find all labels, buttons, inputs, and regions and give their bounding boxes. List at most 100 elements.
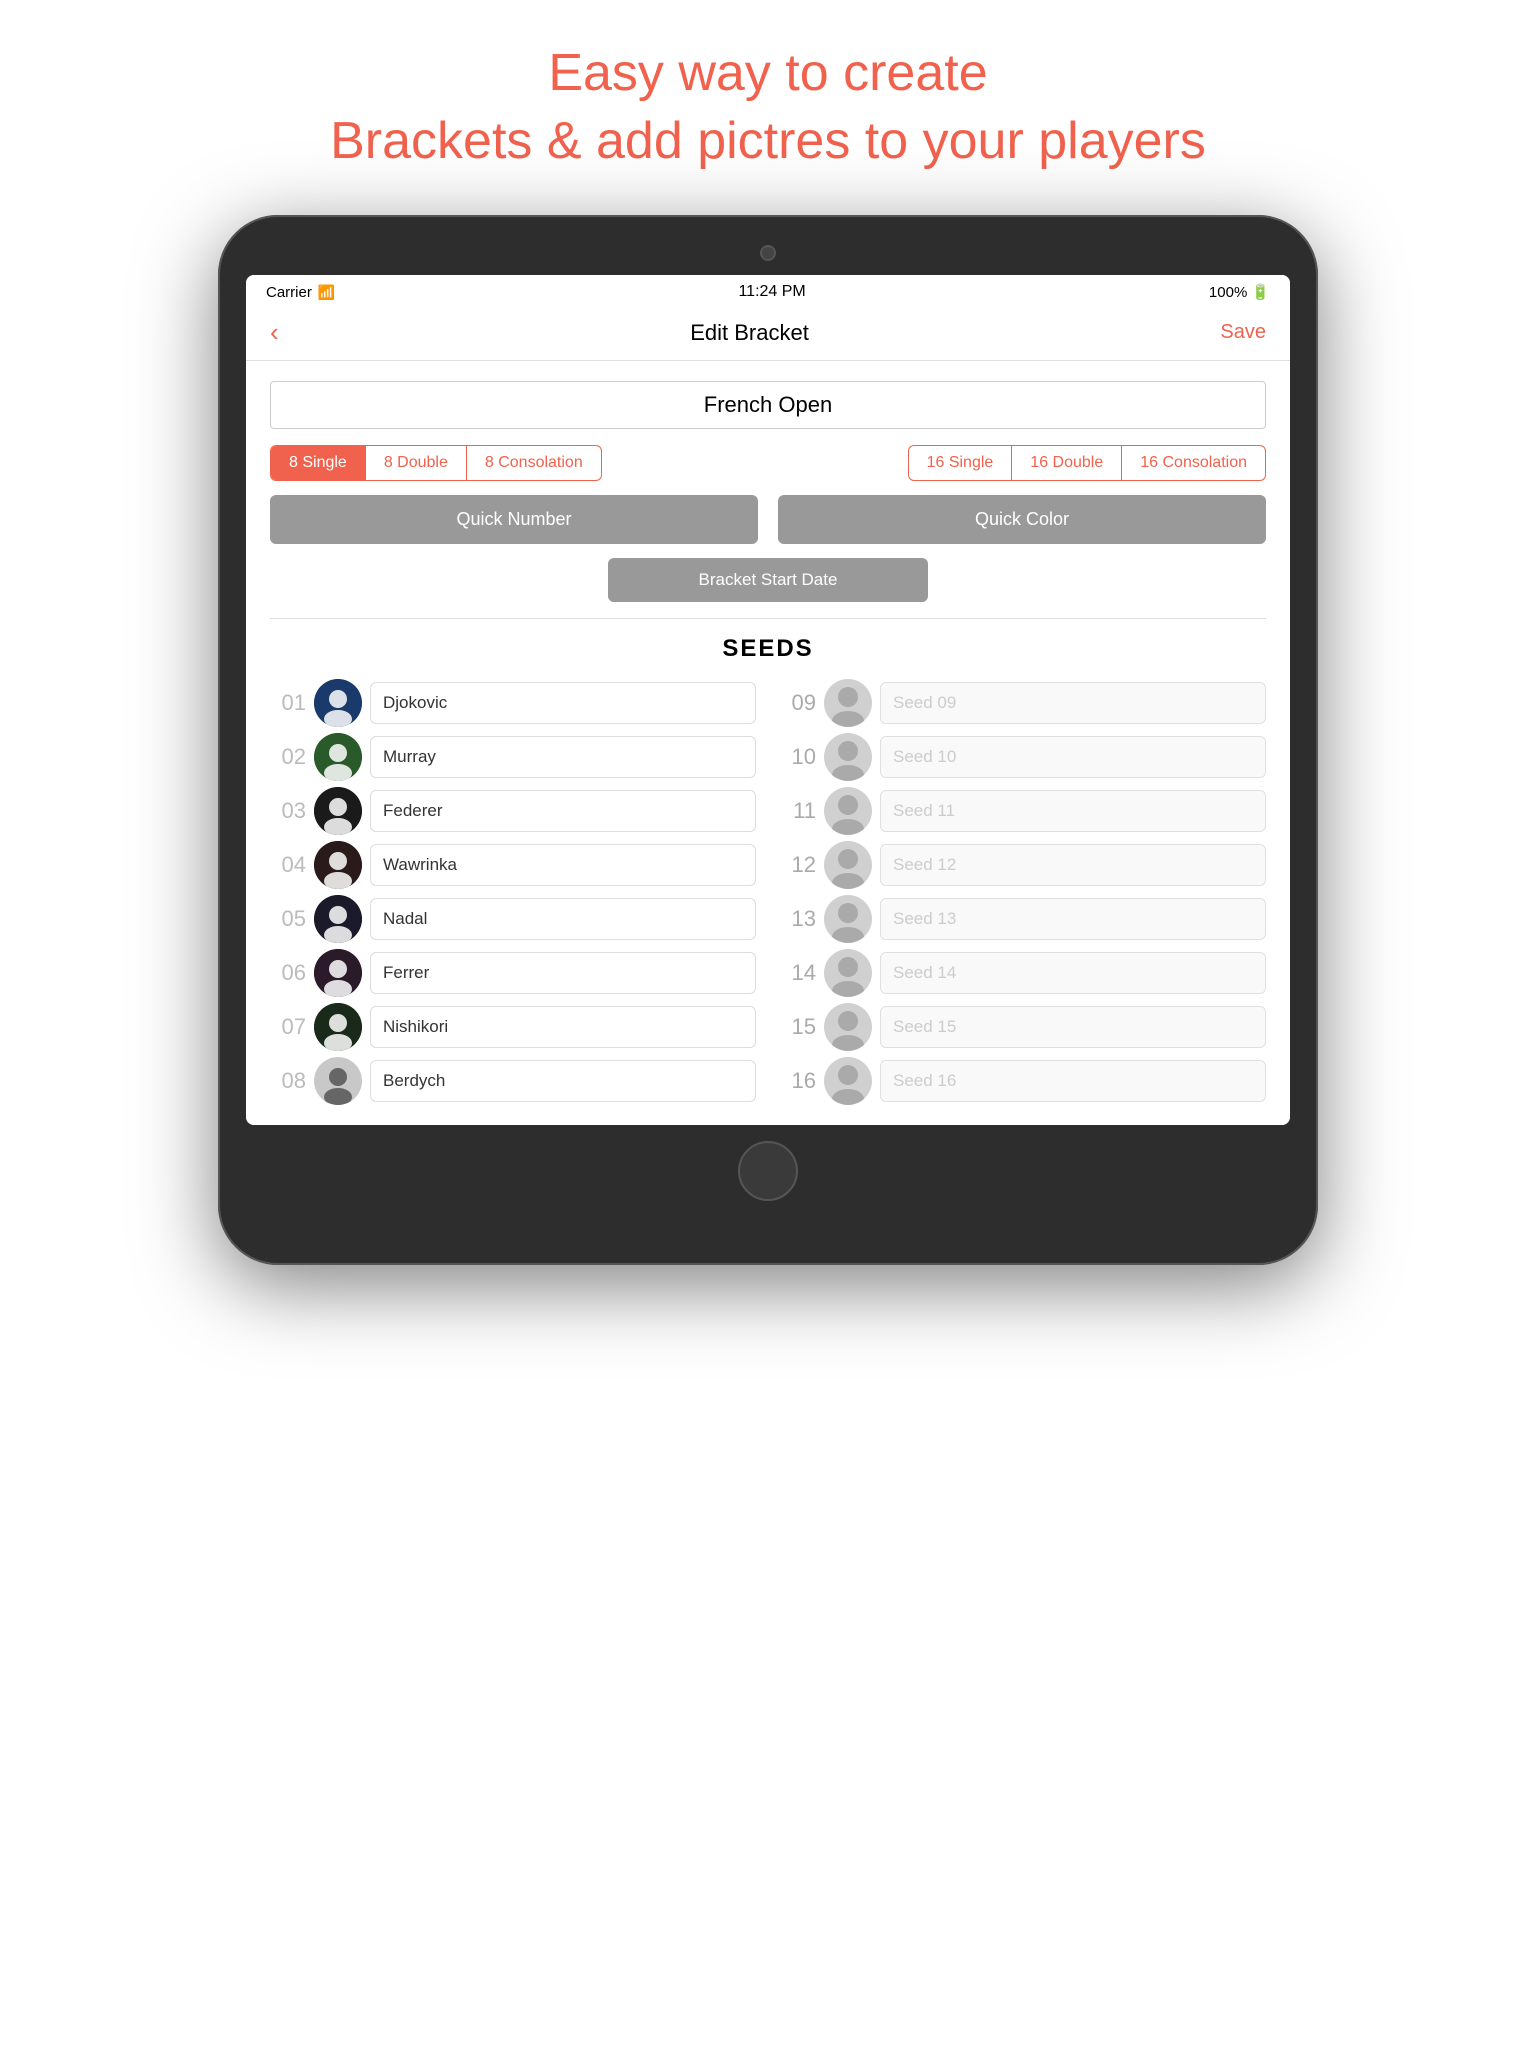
- bracket-group-8: 8 Single 8 Double 8 Consolation: [270, 445, 602, 481]
- seed-row: 10 Seed 10: [780, 733, 1266, 781]
- ipad-bottom: [246, 1125, 1290, 1205]
- quick-action-buttons: Quick Number Quick Color: [270, 495, 1266, 544]
- seed-number: 05: [270, 906, 306, 932]
- seed-row: 06: [270, 949, 756, 997]
- seed-name-input[interactable]: [370, 844, 756, 886]
- seed-number: 07: [270, 1014, 306, 1040]
- btn-8-double[interactable]: 8 Double: [366, 446, 467, 480]
- status-bar: Carrier 📶 11:24 PM 100% 🔋: [246, 275, 1290, 309]
- btn-16-single[interactable]: 16 Single: [909, 446, 1013, 480]
- btn-8-consolation[interactable]: 8 Consolation: [467, 446, 601, 480]
- seed-avatar[interactable]: [824, 679, 872, 727]
- battery-icon: 🔋: [1251, 283, 1270, 301]
- seed-row: 02: [270, 733, 756, 781]
- seed-number: 06: [270, 960, 306, 986]
- seed-avatar[interactable]: [314, 787, 362, 835]
- seed-row: 09 Seed 09: [780, 679, 1266, 727]
- seed-number: 03: [270, 798, 306, 824]
- seed-avatar[interactable]: [824, 841, 872, 889]
- seed-row: 13 Seed 13: [780, 895, 1266, 943]
- seed-avatar[interactable]: [824, 787, 872, 835]
- seed-row: 11 Seed 11: [780, 787, 1266, 835]
- carrier-label: Carrier: [266, 284, 312, 301]
- seed-number: 04: [270, 852, 306, 878]
- ipad-frame: Carrier 📶 11:24 PM 100% 🔋 ‹ Edit Bracket…: [218, 215, 1318, 1265]
- seed-name-placeholder[interactable]: Seed 12: [880, 844, 1266, 886]
- promo-text: Easy way to create Brackets & add pictre…: [270, 40, 1266, 175]
- seeds-title: SEEDS: [270, 635, 1266, 663]
- seed-number: 14: [780, 960, 816, 986]
- seed-row: 08: [270, 1057, 756, 1105]
- seed-avatar[interactable]: [314, 1003, 362, 1051]
- nav-title: Edit Bracket: [690, 320, 809, 346]
- seed-name-input[interactable]: [370, 1006, 756, 1048]
- tournament-name-input[interactable]: [270, 381, 1266, 429]
- seed-name-placeholder[interactable]: Seed 10: [880, 736, 1266, 778]
- status-time: 11:24 PM: [738, 283, 805, 301]
- bracket-group-16: 16 Single 16 Double 16 Consolation: [908, 445, 1266, 481]
- seed-row: 14 Seed 14: [780, 949, 1266, 997]
- content-area: 8 Single 8 Double 8 Consolation 16 Singl…: [246, 361, 1290, 1125]
- quick-number-button[interactable]: Quick Number: [270, 495, 758, 544]
- promo-line2: Brackets & add pictres to your players: [330, 108, 1206, 176]
- seed-row: 01: [270, 679, 756, 727]
- seed-name-placeholder[interactable]: Seed 11: [880, 790, 1266, 832]
- seed-name-input[interactable]: [370, 952, 756, 994]
- seed-number: 12: [780, 852, 816, 878]
- seed-name-input[interactable]: [370, 736, 756, 778]
- content-divider: [270, 618, 1266, 619]
- seed-name-input[interactable]: [370, 898, 756, 940]
- seed-name-input[interactable]: [370, 682, 756, 724]
- bracket-start-date-button[interactable]: Bracket Start Date: [608, 558, 928, 602]
- seed-avatar[interactable]: [314, 1057, 362, 1105]
- status-right: 100% 🔋: [1209, 283, 1270, 301]
- seed-number: 08: [270, 1068, 306, 1094]
- seed-avatar[interactable]: [314, 949, 362, 997]
- seed-number: 13: [780, 906, 816, 932]
- seed-number: 16: [780, 1068, 816, 1094]
- seed-row: 16 Seed 16: [780, 1057, 1266, 1105]
- seed-row: 15 Seed 15: [780, 1003, 1266, 1051]
- promo-line1: Easy way to create: [330, 40, 1206, 108]
- seed-avatar[interactable]: [824, 949, 872, 997]
- wifi-icon: 📶: [318, 284, 335, 301]
- seed-avatar[interactable]: [824, 895, 872, 943]
- btn-16-consolation[interactable]: 16 Consolation: [1122, 446, 1265, 480]
- seed-name-placeholder[interactable]: Seed 14: [880, 952, 1266, 994]
- seeds-grid: 01 09 Seed 09 02 10 Seed 10 03 11: [270, 679, 1266, 1105]
- seed-number: 15: [780, 1014, 816, 1040]
- back-button[interactable]: ‹: [270, 317, 279, 348]
- seed-name-placeholder[interactable]: Seed 15: [880, 1006, 1266, 1048]
- seed-row: 12 Seed 12: [780, 841, 1266, 889]
- seed-name-input[interactable]: [370, 1060, 756, 1102]
- seed-number: 09: [780, 690, 816, 716]
- btn-8-single[interactable]: 8 Single: [271, 446, 366, 480]
- seed-row: 05: [270, 895, 756, 943]
- nav-bar: ‹ Edit Bracket Save: [246, 309, 1290, 361]
- seed-avatar[interactable]: [314, 733, 362, 781]
- seed-row: 03: [270, 787, 756, 835]
- seed-row: 04: [270, 841, 756, 889]
- btn-16-double[interactable]: 16 Double: [1012, 446, 1122, 480]
- seed-avatar[interactable]: [314, 895, 362, 943]
- seed-avatar[interactable]: [314, 679, 362, 727]
- ipad-screen: Carrier 📶 11:24 PM 100% 🔋 ‹ Edit Bracket…: [246, 275, 1290, 1125]
- seed-name-input[interactable]: [370, 790, 756, 832]
- seed-avatar[interactable]: [824, 733, 872, 781]
- seed-number: 11: [780, 798, 816, 824]
- seed-row: 07: [270, 1003, 756, 1051]
- seed-name-placeholder[interactable]: Seed 16: [880, 1060, 1266, 1102]
- battery-label: 100%: [1209, 284, 1247, 301]
- seed-avatar[interactable]: [824, 1003, 872, 1051]
- seed-avatar[interactable]: [824, 1057, 872, 1105]
- seed-name-placeholder[interactable]: Seed 13: [880, 898, 1266, 940]
- seed-number: 10: [780, 744, 816, 770]
- status-left: Carrier 📶: [266, 284, 335, 301]
- seed-number: 02: [270, 744, 306, 770]
- seed-name-placeholder[interactable]: Seed 09: [880, 682, 1266, 724]
- home-button[interactable]: [738, 1141, 798, 1201]
- seed-avatar[interactable]: [314, 841, 362, 889]
- bracket-button-groups: 8 Single 8 Double 8 Consolation 16 Singl…: [270, 445, 1266, 481]
- save-button[interactable]: Save: [1220, 321, 1266, 344]
- quick-color-button[interactable]: Quick Color: [778, 495, 1266, 544]
